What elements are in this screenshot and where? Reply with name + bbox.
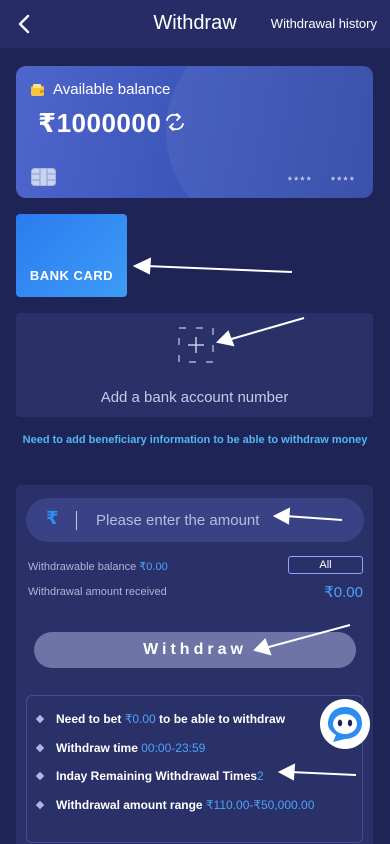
- add-bank-account-label: Add a bank account number: [100, 389, 289, 406]
- withdraw-button[interactable]: Withdraw: [34, 632, 356, 668]
- back-button[interactable]: [10, 10, 38, 38]
- withdraw-rules-box: Need to bet ₹0.00 to be able to withdraw…: [26, 695, 363, 843]
- rule-highlight: ₹0.00: [124, 712, 156, 726]
- withdrawable-balance-value: ₹0.00: [139, 561, 168, 573]
- rupee-icon: ₹: [46, 508, 59, 528]
- rule-highlight: ₹110.00-₹50,000.00: [205, 798, 315, 812]
- plus-icon: [178, 327, 214, 363]
- wallet-icon: [31, 84, 44, 96]
- balance-card: Available balance ₹1000000 **** ****: [16, 66, 373, 198]
- add-bank-account-button[interactable]: Add a bank account number: [16, 313, 373, 417]
- balance-label: Available balance: [53, 81, 171, 98]
- withdrawal-history-link[interactable]: Withdrawal history: [271, 16, 377, 31]
- bank-card-label: BANK CARD: [29, 268, 114, 283]
- withdraw-panel: ₹ Withdrawable balance ₹0.00 All Withdra…: [16, 485, 373, 844]
- rule-item-range: Withdrawal amount range ₹110.00-₹50,000.…: [35, 798, 315, 812]
- rule-highlight: 2: [257, 769, 264, 783]
- amount-input-wrapper: ₹: [26, 498, 364, 542]
- rule-text: Need to bet: [56, 712, 122, 726]
- beneficiary-notice: Need to add beneficiary information to b…: [22, 434, 368, 446]
- bullet-icon: [35, 714, 45, 724]
- card-mask-group-2: ****: [330, 175, 356, 187]
- header-bar: Withdraw Withdrawal history: [0, 0, 390, 48]
- refresh-icon[interactable]: [164, 112, 186, 132]
- received-amount-label: Withdrawal amount received: [28, 586, 167, 598]
- received-amount-value: ₹0.00: [324, 584, 363, 601]
- bullet-icon: [35, 800, 45, 810]
- bullet-icon: [35, 771, 45, 781]
- withdrawable-balance-label: Withdrawable balance: [28, 561, 137, 573]
- card-mask-group-1: ****: [287, 175, 313, 187]
- rule-highlight: 00:00-23:59: [141, 741, 206, 755]
- rule-text: Withdraw time: [56, 741, 138, 755]
- chat-bot-icon[interactable]: [319, 698, 371, 750]
- chevron-left-icon: [18, 14, 30, 34]
- rule-item-time: Withdraw time 00:00-23:59: [35, 741, 206, 755]
- rule-text: Inday Remaining Withdrawal Times: [56, 769, 258, 783]
- amount-input[interactable]: [96, 502, 351, 538]
- card-number-mask: **** ****: [270, 175, 356, 187]
- rule-text: Withdrawal amount range: [56, 798, 203, 812]
- all-button[interactable]: All: [288, 556, 363, 574]
- card-chip-icon: [31, 168, 56, 186]
- input-divider: [76, 511, 77, 530]
- rule-item-remaining: Inday Remaining Withdrawal Times 2: [35, 769, 264, 783]
- withdrawable-balance-row: Withdrawable balance ₹0.00: [28, 560, 168, 573]
- rule-item-bet: Need to bet ₹0.00 to be able to withdraw: [35, 712, 286, 726]
- balance-amount: ₹1000000: [38, 108, 162, 138]
- rule-text: to be able to withdraw: [159, 712, 286, 726]
- bullet-icon: [35, 743, 45, 753]
- bank-card-tab[interactable]: BANK CARD: [16, 214, 127, 297]
